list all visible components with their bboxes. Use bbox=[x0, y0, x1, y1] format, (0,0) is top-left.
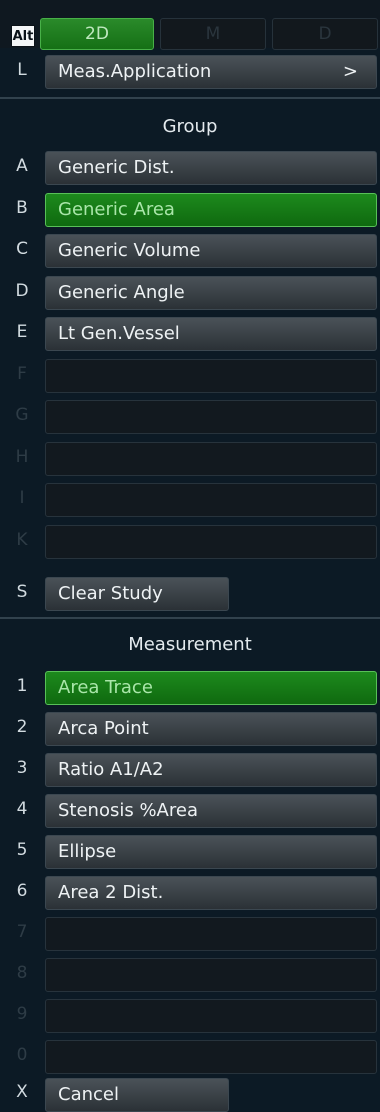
group-item-button[interactable]: Generic Angle bbox=[45, 275, 377, 310]
cancel-letter: X bbox=[16, 1082, 28, 1102]
measurement-item-letter: 3 bbox=[16, 758, 28, 778]
group-item-letter: D bbox=[15, 280, 29, 301]
group-item-letter: B bbox=[16, 197, 28, 218]
group-item-button[interactable]: Generic Area bbox=[45, 192, 377, 227]
tab-d[interactable]: D bbox=[272, 18, 378, 50]
cancel-button[interactable]: Cancel bbox=[45, 1078, 229, 1112]
group-item-letter: G bbox=[15, 405, 29, 425]
measurement-item-letter: 0 bbox=[16, 1045, 28, 1065]
group-item-letter: K bbox=[16, 529, 28, 550]
group-item-empty-slot bbox=[45, 400, 377, 434]
meas-application-button[interactable]: Meas.Application > bbox=[45, 55, 377, 89]
group-item-letter: H bbox=[15, 446, 29, 467]
chevron-right-icon: > bbox=[342, 61, 358, 82]
measurement-item-letter: 5 bbox=[16, 840, 28, 860]
group-item-letter: E bbox=[16, 322, 28, 342]
measurement-item-empty-slot bbox=[45, 917, 377, 951]
measurement-header: Measurement bbox=[128, 634, 252, 655]
group-item-empty-slot bbox=[45, 524, 377, 559]
measurement-item-button[interactable]: Ratio A1/A2 bbox=[45, 753, 377, 787]
divider bbox=[0, 617, 380, 619]
measurement-item-empty-slot bbox=[45, 1040, 377, 1074]
group-item-empty-slot bbox=[45, 358, 377, 393]
measurement-item-letter: 7 bbox=[16, 922, 28, 942]
clear-study-button[interactable]: Clear Study bbox=[45, 577, 229, 611]
clear-study-letter: S bbox=[16, 582, 28, 602]
tab-m[interactable]: M bbox=[160, 18, 266, 50]
group-item-letter: I bbox=[19, 488, 25, 508]
measurement-item-letter: 8 bbox=[16, 963, 28, 983]
measurement-item-letter: 6 bbox=[16, 881, 28, 901]
group-item-button[interactable]: Lt Gen.Vessel bbox=[45, 317, 377, 351]
alt-key-icon[interactable]: Alt bbox=[11, 25, 35, 47]
group-item-letter: A bbox=[16, 156, 28, 176]
group-item-letter: C bbox=[16, 239, 28, 259]
group-item-letter: F bbox=[17, 363, 27, 384]
divider bbox=[0, 97, 380, 99]
group-item-button[interactable]: Generic Volume bbox=[45, 234, 377, 268]
measurement-item-letter: 2 bbox=[16, 717, 28, 737]
app-row-letter: L bbox=[17, 60, 27, 80]
group-item-button[interactable]: Generic Dist. bbox=[45, 151, 377, 185]
measurement-item-button[interactable]: Arca Point bbox=[45, 712, 377, 746]
group-header: Group bbox=[162, 116, 218, 137]
group-item-empty-slot bbox=[45, 441, 377, 476]
measurement-item-button[interactable]: Area Trace bbox=[45, 671, 377, 705]
mode-bar: Alt 2D M D bbox=[0, 0, 380, 50]
measurement-item-button[interactable]: Stenosis %Area bbox=[45, 794, 377, 828]
group-item-empty-slot bbox=[45, 483, 377, 517]
measurement-item-letter: 1 bbox=[16, 676, 28, 696]
measurement-item-letter: 4 bbox=[16, 799, 28, 819]
measurement-item-button[interactable]: Area 2 Dist. bbox=[45, 876, 377, 910]
tab-2d[interactable]: 2D bbox=[40, 18, 154, 50]
meas-application-label: Meas.Application bbox=[58, 61, 212, 82]
measurement-item-letter: 9 bbox=[16, 1004, 28, 1024]
measurement-item-empty-slot bbox=[45, 999, 377, 1033]
measurement-item-button[interactable]: Ellipse bbox=[45, 835, 377, 869]
measurement-item-empty-slot bbox=[45, 958, 377, 992]
